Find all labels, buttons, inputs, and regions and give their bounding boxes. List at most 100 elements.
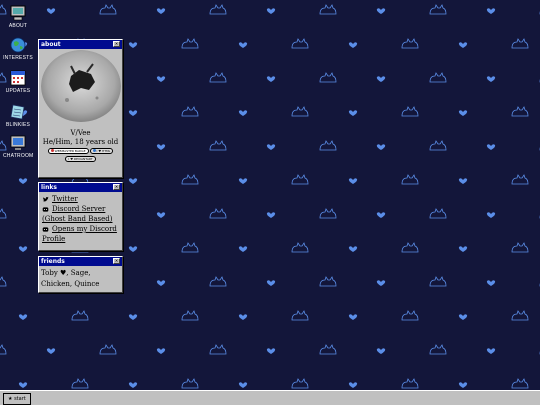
heart-pattern-icon [348, 178, 358, 184]
heart-pattern-icon [486, 348, 496, 354]
cat-pattern-icon [511, 106, 529, 117]
link-label[interactable]: Twitter [52, 195, 78, 203]
heart-pattern-icon [18, 382, 28, 388]
cat-pattern-icon [99, 344, 117, 355]
heart-pattern-icon [486, 280, 496, 286]
desktop-icon-chatroom[interactable]: CHATROOM [3, 134, 33, 159]
desktop-icon-updates[interactable]: UPDATES [3, 69, 33, 94]
heart-pattern-icon [486, 212, 496, 218]
cat-pattern-icon [0, 276, 7, 287]
cat-pattern-icon [511, 310, 529, 321]
heart-pattern-icon [266, 76, 276, 82]
start-button[interactable]: ★ start [3, 393, 31, 405]
avatar [40, 50, 121, 122]
desktop-icon-blinkies[interactable]: BLINKIES [3, 103, 33, 128]
links-titlebar[interactable]: links [39, 183, 122, 192]
heart-pattern-icon [18, 178, 28, 184]
cat-pattern-icon [291, 174, 309, 185]
globe-icon [10, 37, 26, 53]
heart-pattern-icon [46, 348, 56, 354]
profile-pronouns: He/Him, 18 years old [42, 138, 119, 146]
badge: I ♥ DEVIANTART [65, 156, 96, 162]
cat-pattern-icon [209, 4, 227, 15]
cat-pattern-icon [291, 106, 309, 117]
link-label[interactable]: Discord Server (Ghost Band Based) [42, 205, 112, 223]
heart-pattern-icon [458, 110, 468, 116]
heart-pattern-icon [376, 348, 386, 354]
cat-pattern-icon [181, 174, 199, 185]
heart-pattern-icon [376, 8, 386, 14]
close-button[interactable] [113, 184, 120, 190]
heart-pattern-icon [128, 382, 138, 388]
cat-pattern-icon [401, 38, 419, 49]
cat-pattern-icon [319, 276, 337, 287]
heart-pattern-icon [376, 144, 386, 150]
heart-pattern-icon [348, 314, 358, 320]
heart-pattern-icon [376, 76, 386, 82]
cat-pattern-icon [401, 174, 419, 185]
heart-pattern-icon [18, 246, 28, 252]
heart-pattern-icon [266, 212, 276, 218]
link-item-discord-profile[interactable]: Opens my Discord Profile [42, 224, 119, 244]
link-label[interactable]: Opens my Discord Profile [42, 225, 117, 243]
cat-pattern-icon [71, 378, 89, 389]
cat-pattern-icon [181, 310, 199, 321]
monitor-icon [10, 135, 26, 150]
desktop-icon-about[interactable]: ABOUT [3, 4, 33, 29]
desktop-icon-interests[interactable]: INTERESTS [3, 36, 33, 61]
heart-pattern-icon [348, 382, 358, 388]
cat-pattern-icon [291, 38, 309, 49]
cat-pattern-icon [209, 208, 227, 219]
cat-pattern-icon [429, 276, 447, 287]
heart-pattern-icon [376, 280, 386, 286]
window-title: links [41, 184, 57, 191]
heart-pattern-icon [486, 144, 496, 150]
heart-pattern-icon [128, 110, 138, 116]
twitter-icon [42, 196, 49, 201]
heart-pattern-icon [128, 314, 138, 320]
link-item-twitter[interactable]: Twitter [42, 194, 119, 204]
desktop-icon-label: BLINKIES [5, 122, 31, 128]
heart-pattern-icon [486, 8, 496, 14]
desktop-icon-label: CHATROOM [3, 153, 34, 159]
cat-pattern-icon [291, 378, 309, 389]
heart-pattern-icon [238, 178, 248, 184]
heart-pattern-icon [238, 42, 248, 48]
link-item-discord-server[interactable]: Discord Server (Ghost Band Based) [42, 204, 119, 224]
heart-pattern-icon [238, 382, 248, 388]
cat-pattern-icon [209, 140, 227, 151]
cat-pattern-icon [429, 4, 447, 15]
cat-pattern-icon [319, 72, 337, 83]
heart-pattern-icon [156, 144, 166, 150]
cat-pattern-icon [0, 208, 7, 219]
heart-pattern-icon [376, 212, 386, 218]
close-button[interactable] [113, 41, 120, 47]
cat-pattern-icon [511, 174, 529, 185]
badge-row: I ♥ DEVIANTART [39, 156, 122, 162]
computer-icon [10, 5, 26, 21]
cat-pattern-icon [511, 242, 529, 253]
heart-pattern-icon [458, 314, 468, 320]
window-title: about [41, 41, 61, 48]
cat-pattern-icon [209, 72, 227, 83]
badge-row: WEBMASTER BADGE I ♥ HTML [39, 148, 122, 154]
cat-pattern-icon [511, 38, 529, 49]
cat-pattern-icon [401, 106, 419, 117]
start-label: start [14, 396, 26, 402]
heart-pattern-icon [238, 246, 248, 252]
heart-pattern-icon [266, 144, 276, 150]
cat-pattern-icon [429, 140, 447, 151]
cat-pattern-icon [319, 208, 337, 219]
heart-pattern-icon [458, 382, 468, 388]
desktop-icon-label: UPDATES [5, 88, 31, 94]
paper-icon [10, 104, 25, 120]
heart-pattern-icon [266, 280, 276, 286]
friends-titlebar[interactable]: friends [39, 257, 122, 266]
close-button[interactable] [113, 258, 120, 264]
about-titlebar[interactable]: about [39, 40, 122, 49]
friends-window: friends Toby ♥, Sage, Chicken, Quince [38, 256, 123, 293]
heart-pattern-icon [266, 348, 276, 354]
badge: I ♥ HTML [89, 148, 114, 154]
cat-pattern-icon [429, 344, 447, 355]
heart-pattern-icon [266, 8, 276, 14]
